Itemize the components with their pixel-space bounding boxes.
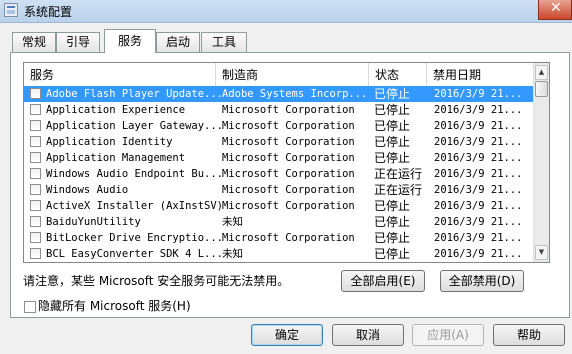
service-status: 正在运行 bbox=[374, 183, 423, 197]
column-header-manufacturer[interactable]: 制造商 bbox=[216, 63, 369, 87]
table-row[interactable]: Adobe Flash Player Update... Adobe System… bbox=[24, 86, 534, 102]
service-name: Adobe Flash Player Update... bbox=[46, 88, 224, 100]
service-status: 已停止 bbox=[374, 151, 411, 165]
service-checkbox[interactable] bbox=[30, 136, 41, 147]
service-manufacturer: 未知 bbox=[222, 248, 243, 260]
list-rows: Adobe Flash Player Update... Adobe System… bbox=[24, 86, 534, 262]
service-checkbox[interactable] bbox=[30, 248, 41, 259]
hide-microsoft-services-label: 隐藏所有 Microsoft 服务(H) bbox=[38, 299, 191, 313]
table-row[interactable]: BitLocker Drive Encryptio... Microsoft Co… bbox=[24, 230, 534, 246]
service-disable-date: 2016/3/9 21... bbox=[434, 136, 523, 148]
tab-services[interactable]: 服务 bbox=[104, 29, 156, 53]
service-checkbox[interactable] bbox=[30, 168, 41, 179]
service-disable-date: 2016/3/9 21... bbox=[434, 216, 523, 228]
service-status: 已停止 bbox=[374, 135, 411, 149]
service-name: BaiduYunUtility bbox=[46, 216, 141, 228]
scroll-thumb[interactable] bbox=[535, 81, 548, 97]
security-note: 请注意，某些 Microsoft 安全服务可能无法禁用。 bbox=[23, 274, 290, 288]
service-status: 已停止 bbox=[374, 247, 411, 261]
table-row[interactable]: BCL EasyConverter SDK 4 L... 未知 已停止 2016/3/… bbox=[24, 246, 534, 262]
service-checkbox[interactable] bbox=[30, 88, 41, 99]
apply-button[interactable]: 应用(A) bbox=[412, 324, 484, 346]
service-disable-date: 2016/3/9 21... bbox=[434, 168, 523, 180]
service-status: 已停止 bbox=[374, 215, 411, 229]
tab-tools[interactable]: 工具 bbox=[201, 32, 247, 52]
service-name: Application Layer Gateway... bbox=[46, 120, 224, 132]
service-disable-date: 2016/3/9 21... bbox=[434, 120, 523, 132]
service-checkbox[interactable] bbox=[30, 216, 41, 227]
table-row[interactable]: Windows Audio Microsoft Corporation 正在运行 20… bbox=[24, 182, 534, 198]
tab-startup[interactable]: 启动 bbox=[156, 32, 200, 52]
service-disable-date: 2016/3/9 21... bbox=[434, 248, 523, 260]
table-row[interactable]: Application Identity Microsoft Corporatio… bbox=[24, 134, 534, 150]
service-disable-date: 2016/3/9 21... bbox=[434, 152, 523, 164]
service-name: ActiveX Installer (AxInstSV) bbox=[46, 200, 224, 212]
service-status: 已停止 bbox=[374, 87, 411, 101]
service-checkbox[interactable] bbox=[30, 104, 41, 115]
service-manufacturer: Microsoft Corporation bbox=[222, 120, 355, 132]
service-checkbox[interactable] bbox=[30, 152, 41, 163]
service-manufacturer: Microsoft Corporation bbox=[222, 104, 355, 116]
tab-boot[interactable]: 引导 bbox=[56, 32, 100, 52]
table-row[interactable]: Windows Audio Endpoint Bu... Microsoft Co… bbox=[24, 166, 534, 182]
table-row[interactable]: Application Layer Gateway... Microsoft Co… bbox=[24, 118, 534, 134]
column-header-service[interactable]: 服务 bbox=[24, 63, 216, 87]
service-name: Windows Audio Endpoint Bu... bbox=[46, 168, 224, 180]
table-row[interactable]: BaiduYunUtility 未知 已停止 2016/3/9 21... bbox=[24, 214, 534, 230]
services-list[interactable]: 服务 制造商 状态 禁用日期 Adobe Flash Player Update… bbox=[23, 62, 550, 263]
service-status: 已停止 bbox=[374, 231, 411, 245]
scroll-down-icon[interactable]: ▼ bbox=[535, 245, 548, 260]
tab-general[interactable]: 常规 bbox=[12, 32, 56, 52]
service-checkbox[interactable] bbox=[30, 120, 41, 131]
service-name: BitLocker Drive Encryptio... bbox=[46, 232, 224, 244]
service-manufacturer: Microsoft Corporation bbox=[222, 184, 355, 196]
title-bar: 系统配置 ✕ bbox=[0, 0, 572, 23]
cancel-button[interactable]: 取消 bbox=[332, 324, 404, 346]
help-button[interactable]: 帮助 bbox=[493, 324, 565, 346]
enable-all-button[interactable]: 全部启用(E) bbox=[341, 270, 425, 292]
service-disable-date: 2016/3/9 21... bbox=[434, 184, 523, 196]
service-manufacturer: 未知 bbox=[222, 216, 243, 228]
service-name: Application Identity bbox=[46, 136, 173, 148]
service-disable-date: 2016/3/9 21... bbox=[434, 232, 523, 244]
service-status: 已停止 bbox=[374, 103, 411, 117]
service-manufacturer: Microsoft Corporation bbox=[222, 168, 355, 180]
service-checkbox[interactable] bbox=[30, 200, 41, 211]
service-status: 已停止 bbox=[374, 199, 411, 213]
close-button[interactable]: ✕ bbox=[538, 0, 572, 20]
service-name: Application Experience bbox=[46, 104, 186, 116]
window-title: 系统配置 bbox=[24, 5, 73, 19]
scroll-up-icon[interactable]: ▲ bbox=[535, 65, 548, 80]
service-manufacturer: Microsoft Corporation bbox=[222, 152, 355, 164]
table-row[interactable]: Application Experience Microsoft Corporat… bbox=[24, 102, 534, 118]
table-row[interactable]: Application Management Microsoft Corporat… bbox=[24, 150, 534, 166]
service-name: Windows Audio bbox=[46, 184, 129, 196]
service-disable-date: 2016/3/9 21... bbox=[434, 88, 523, 100]
service-manufacturer: Microsoft Corporation bbox=[222, 200, 355, 212]
service-checkbox[interactable] bbox=[30, 232, 41, 243]
service-manufacturer: Microsoft Corporation bbox=[222, 136, 355, 148]
list-header: 服务 制造商 状态 禁用日期 bbox=[24, 63, 534, 88]
table-row[interactable]: ActiveX Installer (AxInstSV) Microsoft Co… bbox=[24, 198, 534, 214]
service-manufacturer: Adobe Systems Incorp... bbox=[222, 88, 368, 100]
service-status: 正在运行 bbox=[374, 167, 423, 181]
disable-all-button[interactable]: 全部禁用(D) bbox=[440, 270, 524, 292]
column-header-status[interactable]: 状态 bbox=[369, 63, 427, 87]
ok-button[interactable]: 确定 bbox=[251, 324, 323, 346]
column-header-disable-date[interactable]: 禁用日期 bbox=[427, 63, 534, 87]
hide-microsoft-services-checkbox[interactable] bbox=[24, 300, 36, 313]
vertical-scrollbar[interactable]: ▲ ▼ bbox=[533, 63, 549, 262]
service-name: BCL EasyConverter SDK 4 L... bbox=[46, 248, 224, 260]
service-checkbox[interactable] bbox=[30, 184, 41, 195]
hide-microsoft-services[interactable]: 隐藏所有 Microsoft 服务(H) bbox=[24, 297, 191, 314]
service-manufacturer: Microsoft Corporation bbox=[222, 232, 355, 244]
service-disable-date: 2016/3/9 21... bbox=[434, 200, 523, 212]
system-config-icon bbox=[4, 3, 18, 17]
service-name: Application Management bbox=[46, 152, 186, 164]
service-disable-date: 2016/3/9 21... bbox=[434, 104, 523, 116]
close-icon: ✕ bbox=[550, 0, 562, 16]
service-status: 已停止 bbox=[374, 119, 411, 133]
